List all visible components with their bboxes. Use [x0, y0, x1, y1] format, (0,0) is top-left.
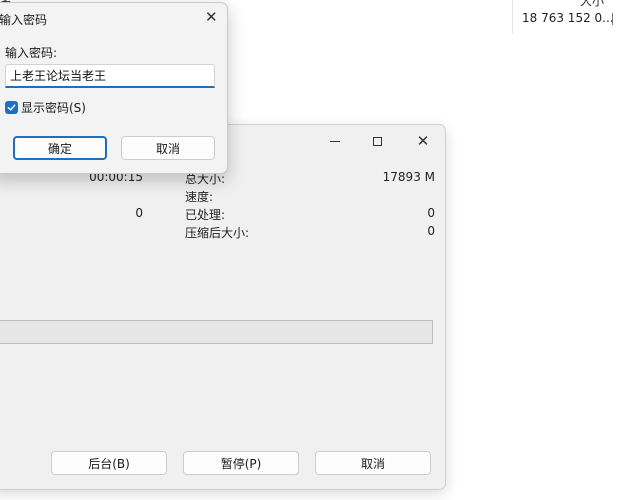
minimize-icon[interactable] [325, 131, 345, 151]
pause-button[interactable]: 暂停(P) [183, 451, 299, 475]
maximize-icon[interactable] [367, 131, 387, 151]
column-divider [512, 0, 513, 34]
total-size-value: 17893 M [382, 170, 435, 184]
list-edge-mark [612, 13, 613, 25]
password-prompt-label: 输入密码: [5, 46, 58, 60]
progress-bar [0, 320, 433, 344]
progress-window: ✕ 00:00:15 0 总大小: 速度: 已处理: 压缩后大小: 17893 … [0, 124, 446, 490]
file-size-cell[interactable]: 18 763 152 0... [522, 11, 614, 25]
dialog-close-icon[interactable]: ✕ [205, 10, 218, 25]
speed-label: 速度: [185, 190, 214, 204]
password-input[interactable] [5, 64, 215, 88]
background-button[interactable]: 后台(B) [51, 451, 167, 475]
dialog-cancel-button[interactable]: 取消 [121, 136, 215, 160]
cancel-button[interactable]: 取消 [315, 451, 431, 475]
compressed-size-value: 0 [427, 224, 435, 238]
show-password-label[interactable]: 显示密码(S) [21, 99, 86, 116]
processed-label: 已处理: [185, 208, 226, 222]
processed-value: 0 [427, 206, 435, 220]
password-dialog: 输入密码 ✕ 输入密码: 显示密码(S) 确定 取消 [0, 2, 228, 174]
checkbox-checked-icon[interactable] [5, 101, 18, 114]
show-password-checkbox-row[interactable]: 显示密码(S) [5, 99, 86, 116]
remaining-value: 0 [135, 206, 143, 220]
size-column-header[interactable]: 大小 [580, 0, 604, 9]
close-icon[interactable]: ✕ [413, 131, 433, 151]
dialog-title: 输入密码 [0, 13, 48, 27]
ok-button[interactable]: 确定 [13, 136, 107, 160]
compressed-size-label: 压缩后大小: [185, 226, 250, 240]
